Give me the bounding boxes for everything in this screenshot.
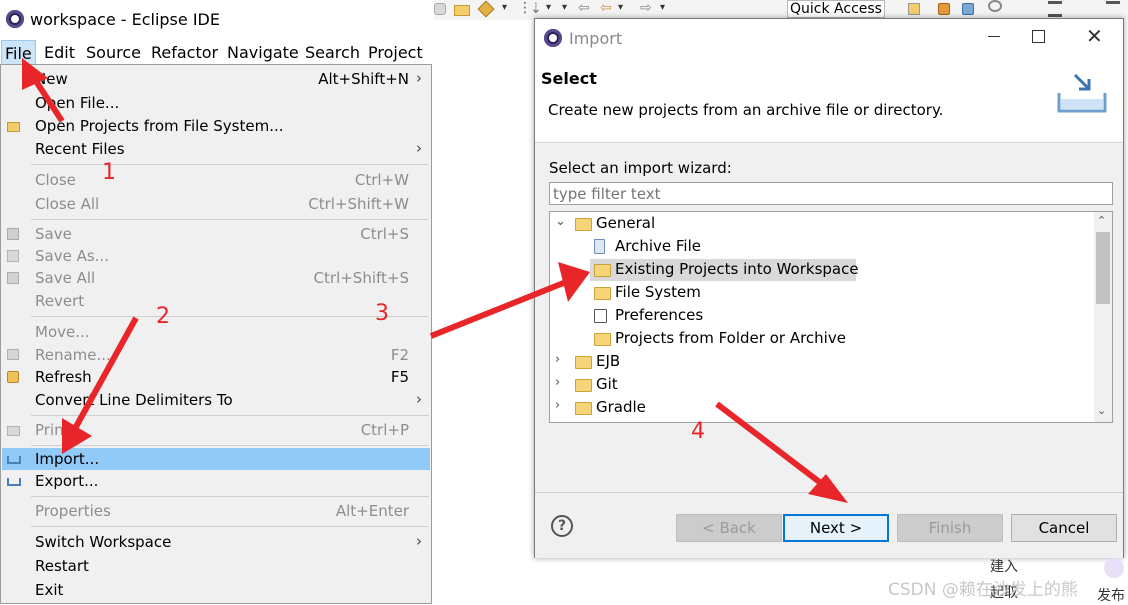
- annotation-arrow-3: [429, 262, 590, 339]
- watermark: CSDN @赖在沙发上的熊: [888, 580, 1078, 600]
- annotation-arrow-2: [62, 316, 139, 454]
- annotation-arrow-4: [715, 401, 848, 503]
- annotation-arrows: [22, 58, 848, 503]
- annotation-arrow-1: [22, 58, 65, 123]
